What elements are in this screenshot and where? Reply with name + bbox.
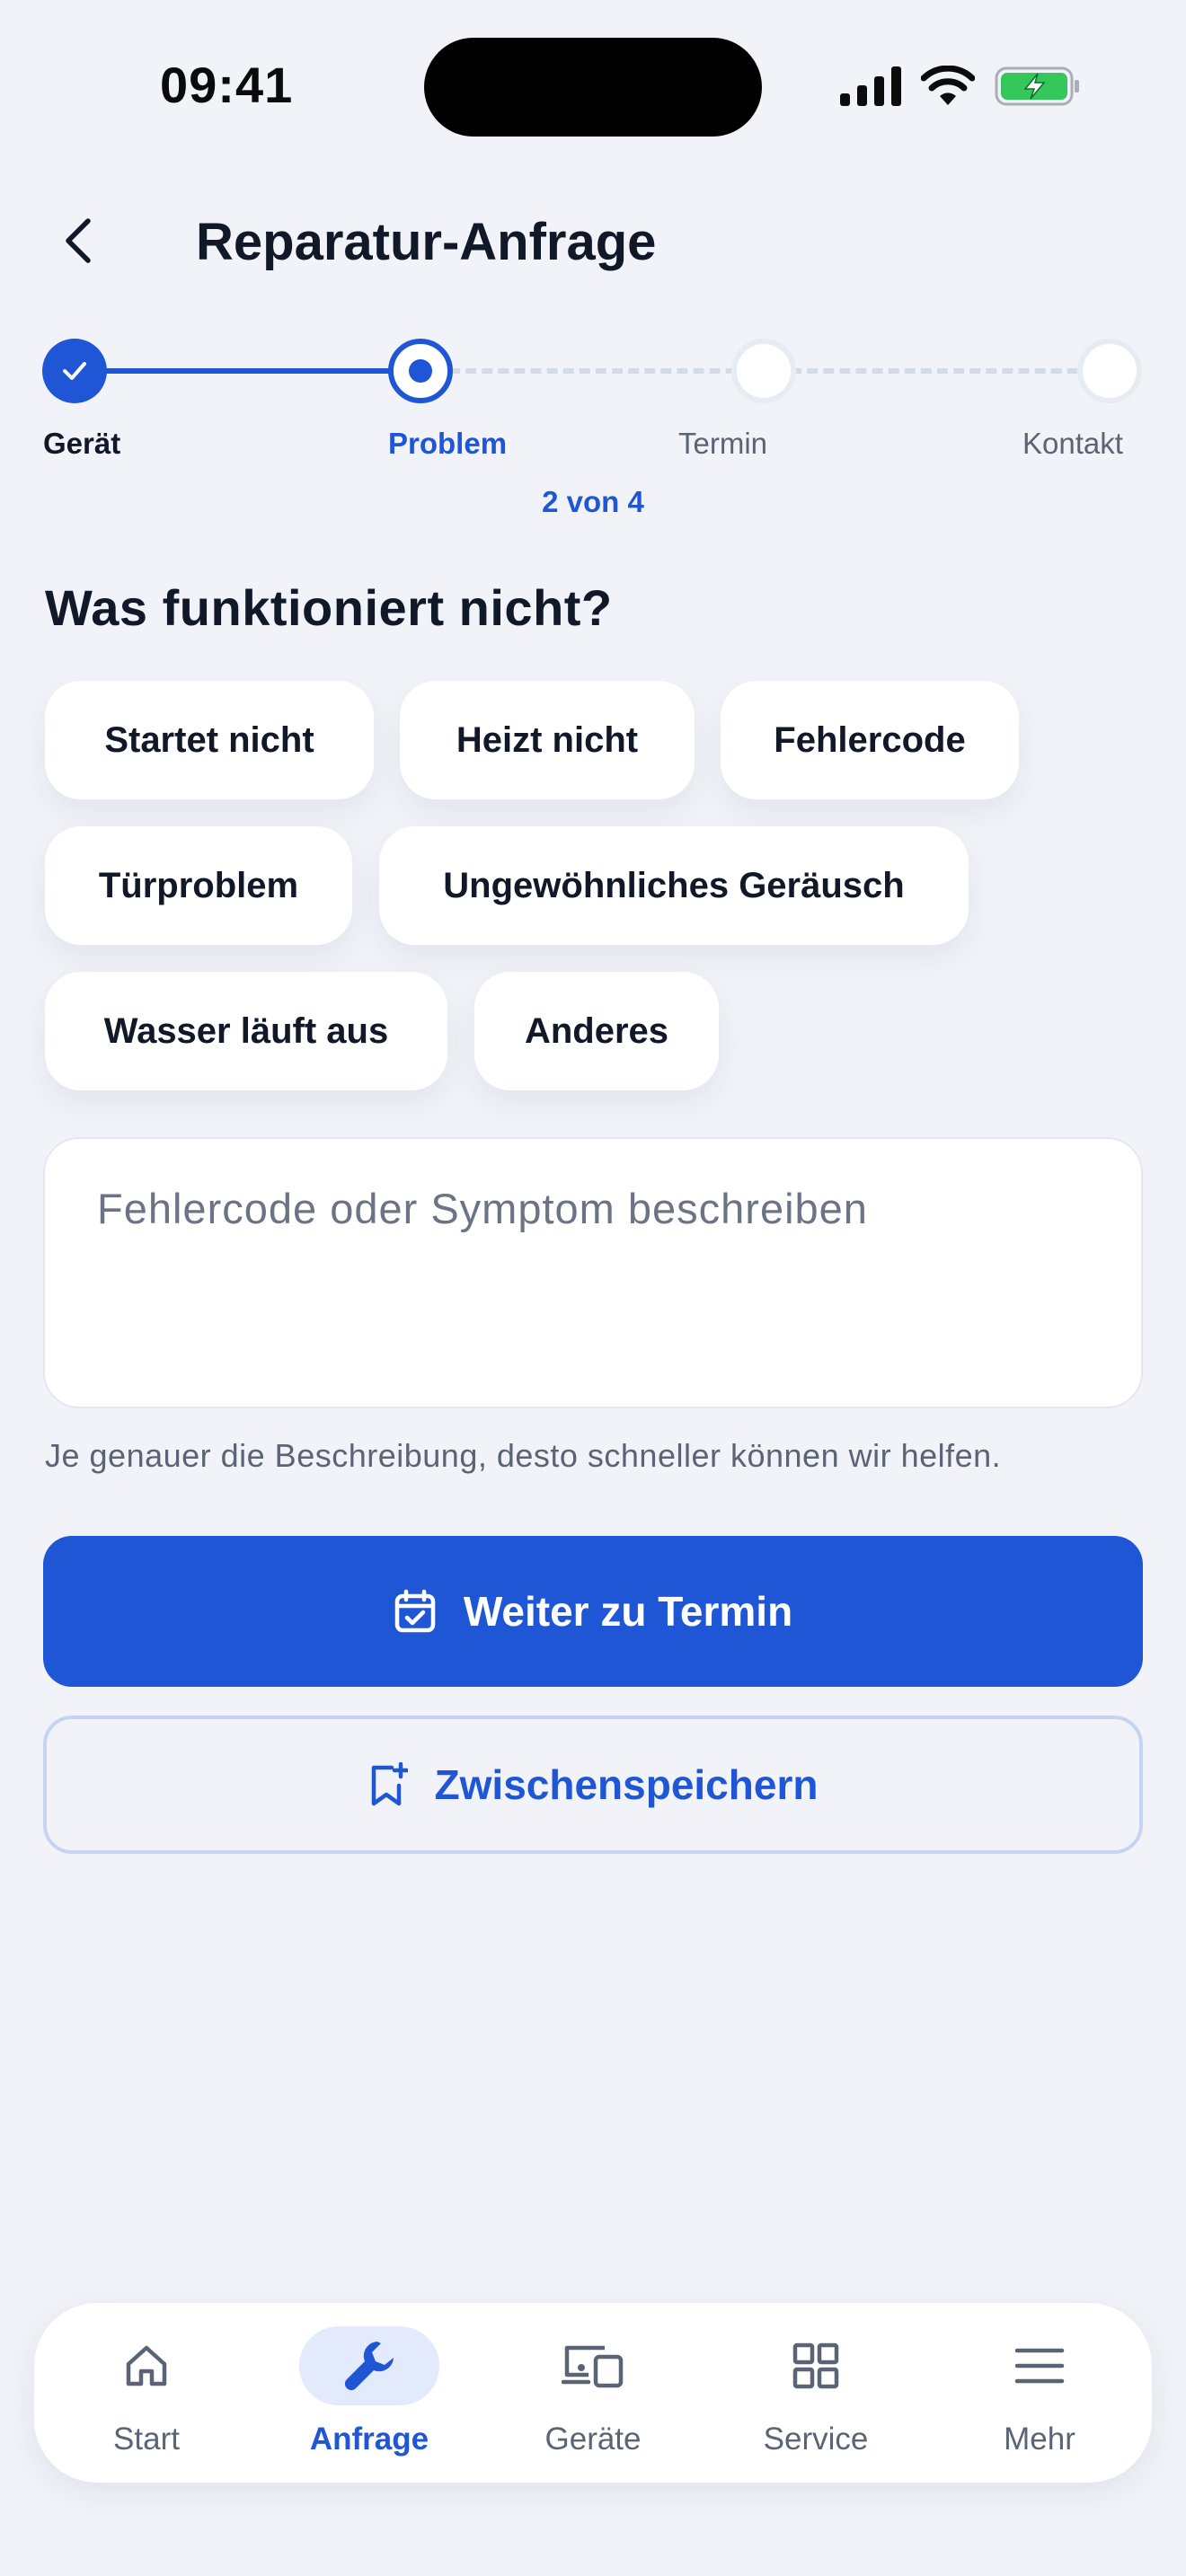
continue-to-appointment-button[interactable]: Weiter zu Termin bbox=[43, 1536, 1143, 1687]
step-appointment-pending bbox=[731, 339, 796, 403]
bookmark-plus-icon bbox=[371, 1762, 408, 1806]
save-draft-button[interactable]: Zwischenspeichern bbox=[43, 1716, 1143, 1854]
home-icon bbox=[126, 2345, 167, 2386]
chip-wasser-laeuft-aus[interactable]: Wasser läuft aus bbox=[45, 972, 447, 1090]
page-title: Reparatur-Anfrage bbox=[196, 213, 657, 271]
chevron-left-icon bbox=[66, 218, 91, 263]
tab-start[interactable]: Start bbox=[57, 2326, 236, 2470]
check-icon bbox=[63, 362, 86, 380]
step-label-appointment: Termin bbox=[678, 427, 768, 460]
tab-anfrage-label: Anfrage bbox=[309, 2422, 429, 2457]
step-label-contact: Kontakt bbox=[1022, 427, 1123, 460]
menu-icon bbox=[1014, 2348, 1065, 2384]
wifi-icon bbox=[921, 66, 975, 105]
step-label-problem: Problem bbox=[388, 427, 508, 460]
calendar-check-icon bbox=[394, 1589, 436, 1633]
tab-service-label: Service bbox=[763, 2422, 869, 2457]
tab-geraete[interactable]: Geräte bbox=[503, 2326, 683, 2470]
battery-charging-icon bbox=[995, 66, 1079, 106]
dynamic-island bbox=[424, 38, 762, 137]
description-helper-text: Je genauer die Beschreibung, desto schne… bbox=[45, 1437, 1002, 1474]
save-draft-label: Zwischenspeichern bbox=[434, 1761, 819, 1808]
chip-anderes[interactable]: Anderes bbox=[474, 972, 719, 1090]
tab-service[interactable]: Service bbox=[726, 2326, 906, 2470]
current-step-dot bbox=[409, 359, 432, 383]
step-problem-current bbox=[388, 339, 453, 403]
step-progress-text: 2 von 4 bbox=[542, 485, 644, 518]
back-button[interactable] bbox=[56, 216, 106, 266]
chip-fehlercode[interactable]: Fehlercode bbox=[721, 681, 1019, 799]
status-time: 09:41 bbox=[160, 57, 294, 113]
tab-mehr-label: Mehr bbox=[1004, 2422, 1075, 2457]
step-label-device: Gerät bbox=[43, 427, 121, 460]
tab-mehr[interactable]: Mehr bbox=[950, 2326, 1129, 2470]
grid-icon bbox=[792, 2342, 839, 2389]
step-device-done[interactable] bbox=[42, 339, 107, 403]
devices-icon bbox=[562, 2345, 624, 2388]
problem-description-input[interactable] bbox=[43, 1137, 1143, 1408]
chip-heizt-nicht[interactable]: Heizt nicht bbox=[400, 681, 695, 799]
tab-anfrage[interactable]: Anfrage bbox=[279, 2326, 459, 2470]
cellular-signal-icon bbox=[840, 66, 901, 106]
chip-tuerproblem[interactable]: Türproblem bbox=[45, 826, 352, 945]
section-heading: Was funktioniert nicht? bbox=[45, 579, 613, 636]
tab-geraete-label: Geräte bbox=[544, 2422, 642, 2457]
stepper-track-complete bbox=[75, 368, 420, 374]
step-contact-pending bbox=[1077, 339, 1142, 403]
tab-start-label: Start bbox=[113, 2422, 180, 2457]
chip-ungewoehnliches-geraeusch[interactable]: Ungewöhnliches Geräusch bbox=[379, 826, 969, 945]
continue-button-label: Weiter zu Termin bbox=[463, 1588, 793, 1635]
chip-startet-nicht[interactable]: Startet nicht bbox=[45, 681, 374, 799]
wrench-icon bbox=[344, 2342, 394, 2391]
status-icons bbox=[840, 63, 1081, 110]
